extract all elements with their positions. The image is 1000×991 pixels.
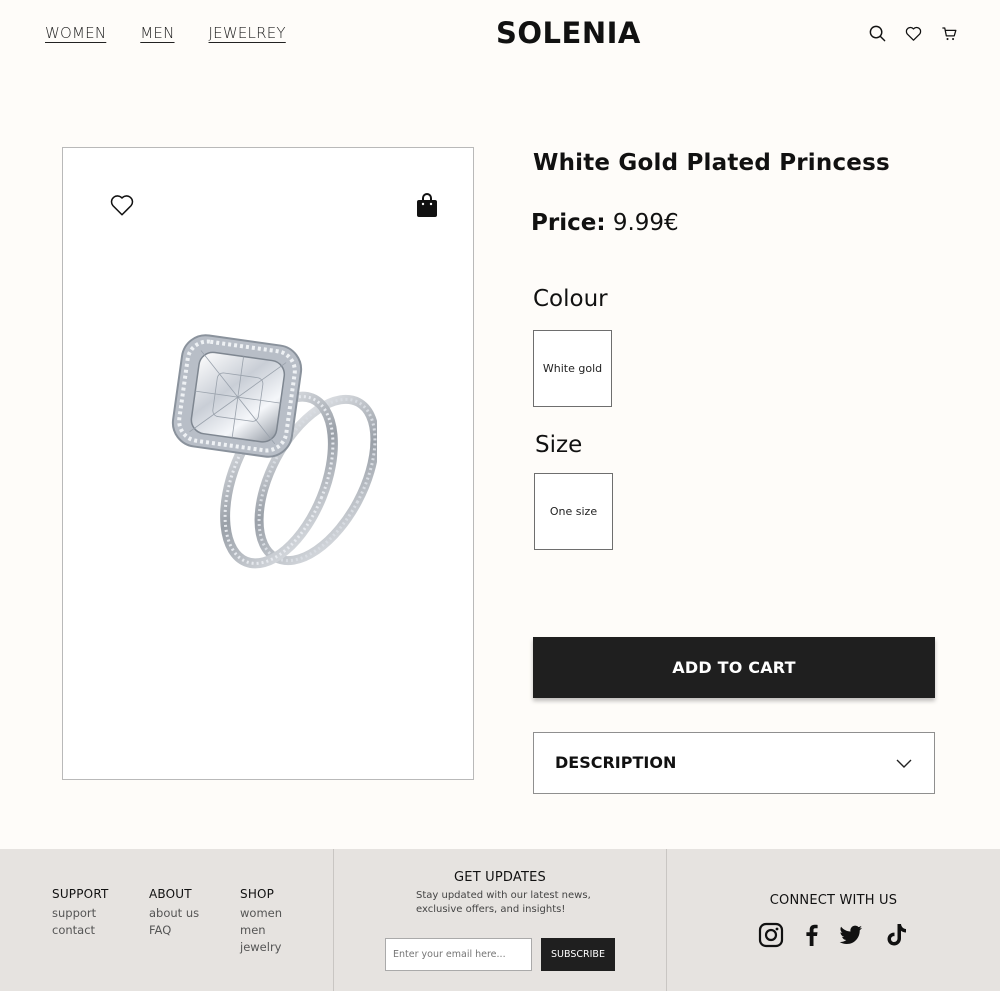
heart-icon[interactable]	[904, 24, 923, 43]
footer-link-about-us[interactable]: about us	[149, 905, 199, 922]
chevron-down-icon	[895, 755, 913, 773]
twitter-icon[interactable]	[838, 922, 864, 948]
product-image-panel	[62, 147, 474, 780]
footer-about-column: ABOUT about us FAQ	[149, 887, 199, 939]
add-to-cart-button[interactable]: ADD TO CART	[533, 637, 935, 698]
footer-shop-column: SHOP women men jewelry	[240, 887, 282, 956]
footer-support-column: SUPPORT support contact	[52, 887, 109, 939]
description-accordion[interactable]: DESCRIPTION	[533, 732, 935, 794]
description-label: DESCRIPTION	[555, 753, 677, 772]
email-input[interactable]	[385, 938, 532, 971]
search-icon[interactable]	[868, 24, 887, 43]
price-label: Price:	[531, 210, 606, 236]
shopping-bag-icon[interactable]	[416, 192, 438, 218]
main-nav: WOMEN MEN JEWELREY	[45, 24, 286, 42]
instagram-icon[interactable]	[758, 922, 784, 948]
footer-link-faq[interactable]: FAQ	[149, 922, 199, 939]
size-label: Size	[535, 432, 583, 458]
footer-link-contact[interactable]: contact	[52, 922, 109, 939]
size-option-one-size[interactable]: One size	[534, 473, 613, 550]
footer-link-women[interactable]: women	[240, 905, 282, 922]
tiktok-icon[interactable]	[884, 922, 910, 948]
cart-icon[interactable]	[940, 24, 959, 43]
nav-women-link[interactable]: WOMEN	[45, 24, 106, 42]
nav-jewelry-link[interactable]: JEWELREY	[209, 24, 286, 42]
product-title: White Gold Plated Princess	[533, 150, 890, 176]
colour-label: Colour	[533, 286, 608, 312]
facebook-icon[interactable]	[799, 922, 825, 948]
footer-link-men[interactable]: men	[240, 922, 282, 939]
footer-shop-title: SHOP	[240, 887, 275, 901]
nav-men-link[interactable]: MEN	[140, 24, 174, 42]
site-footer: SUPPORT support contact ABOUT about us F…	[0, 849, 1000, 991]
footer-support-title: SUPPORT	[52, 887, 109, 901]
wishlist-heart-icon[interactable]	[109, 192, 135, 218]
site-header: WOMEN MEN JEWELREY SOLENIA	[0, 0, 1000, 70]
footer-link-support[interactable]: support	[52, 905, 109, 922]
connect-title: CONNECT WITH US	[769, 893, 898, 908]
footer-link-jewelry[interactable]: jewelry	[240, 939, 282, 956]
colour-option-white-gold[interactable]: White gold	[533, 330, 612, 407]
footer-about-title: ABOUT	[149, 887, 192, 901]
header-icons	[868, 24, 959, 43]
footer-divider	[666, 849, 667, 991]
updates-title: GET UPDATES	[454, 870, 546, 885]
product-price: Price: 9.99€	[531, 210, 679, 236]
price-value: 9.99€	[612, 210, 679, 236]
updates-description: Stay updated with our latest news, exclu…	[416, 890, 591, 915]
brand-logo[interactable]: SOLENIA	[496, 16, 641, 50]
subscribe-button[interactable]: SUBSCRIBE	[541, 938, 615, 971]
product-image	[167, 330, 380, 570]
